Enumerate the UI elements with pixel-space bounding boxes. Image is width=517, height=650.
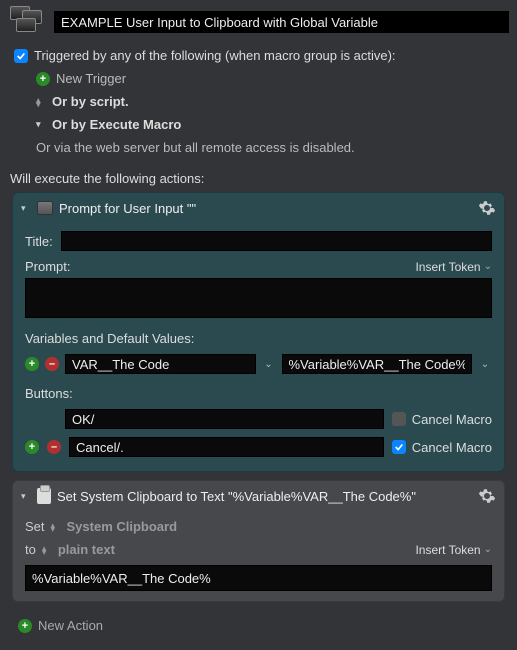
button-ok-field[interactable] bbox=[65, 409, 384, 429]
clipboard-icon bbox=[37, 488, 51, 504]
chevron-down-icon[interactable]: ⌄ bbox=[262, 359, 276, 370]
app-icon bbox=[8, 6, 46, 38]
set-label: Set bbox=[25, 519, 45, 534]
buttons-label: Buttons: bbox=[25, 386, 73, 401]
cancel-macro-checkbox-ok[interactable] bbox=[392, 412, 406, 426]
updown-icon[interactable] bbox=[51, 523, 61, 531]
action-set-clipboard[interactable]: ▾ Set System Clipboard to Text "%Variabl… bbox=[12, 480, 505, 602]
cancel-macro-label: Cancel Macro bbox=[412, 440, 492, 455]
web-server-note: Or via the web server but all remote acc… bbox=[36, 140, 355, 155]
cancel-macro-label: Cancel Macro bbox=[412, 412, 492, 427]
title-field[interactable] bbox=[61, 231, 492, 251]
trigger-heading: Triggered by any of the following (when … bbox=[34, 48, 396, 63]
to-format-select[interactable]: plain text bbox=[58, 542, 115, 557]
cancel-macro-checkbox-cancel[interactable] bbox=[392, 440, 406, 454]
variable-default-field[interactable] bbox=[282, 354, 473, 374]
remove-variable-button[interactable]: – bbox=[45, 357, 59, 371]
action-prompt-user-input[interactable]: ▾ Prompt for User Input "" Title: Prompt… bbox=[12, 192, 505, 472]
prompt-field[interactable] bbox=[25, 278, 492, 318]
disclosure-icon[interactable]: ▾ bbox=[21, 203, 31, 214]
variable-name-field[interactable] bbox=[65, 354, 256, 374]
set-target-select[interactable]: System Clipboard bbox=[67, 519, 178, 534]
disclosure-icon[interactable]: ▾ bbox=[21, 491, 31, 502]
to-label: to bbox=[25, 542, 36, 557]
button-cancel-field[interactable] bbox=[69, 437, 384, 457]
disclosure-icon[interactable]: ▾ bbox=[36, 119, 46, 130]
add-variable-button[interactable]: + bbox=[25, 357, 39, 371]
insert-token-button[interactable]: Insert Token bbox=[415, 543, 492, 557]
add-trigger-button[interactable]: + bbox=[36, 72, 50, 86]
updown-icon[interactable] bbox=[42, 546, 52, 554]
macro-title-input[interactable] bbox=[54, 11, 509, 33]
title-label: Title: bbox=[25, 234, 53, 249]
gear-icon[interactable] bbox=[478, 199, 496, 217]
updown-icon[interactable] bbox=[36, 98, 46, 106]
insert-token-button[interactable]: Insert Token bbox=[415, 260, 492, 274]
chevron-down-icon[interactable]: ⌄ bbox=[478, 359, 492, 370]
window-icon bbox=[37, 201, 53, 215]
action-title: Prompt for User Input "" bbox=[59, 201, 472, 216]
new-trigger-label[interactable]: New Trigger bbox=[56, 71, 126, 86]
gear-icon[interactable] bbox=[478, 487, 496, 505]
remove-button-button[interactable]: – bbox=[47, 440, 61, 454]
prompt-label: Prompt: bbox=[25, 259, 71, 274]
add-action-button[interactable]: + bbox=[18, 619, 32, 633]
clipboard-text-field[interactable] bbox=[25, 565, 492, 591]
triggered-checkbox[interactable] bbox=[14, 49, 28, 63]
action-title: Set System Clipboard to Text "%Variable%… bbox=[57, 489, 472, 504]
vars-label: Variables and Default Values: bbox=[25, 331, 194, 346]
new-action-label[interactable]: New Action bbox=[38, 618, 103, 633]
by-execute-macro-label[interactable]: Or by Execute Macro bbox=[52, 117, 181, 132]
actions-heading: Will execute the following actions: bbox=[0, 165, 517, 192]
add-button-button[interactable]: + bbox=[25, 440, 39, 454]
by-script-label[interactable]: Or by script. bbox=[52, 94, 129, 109]
